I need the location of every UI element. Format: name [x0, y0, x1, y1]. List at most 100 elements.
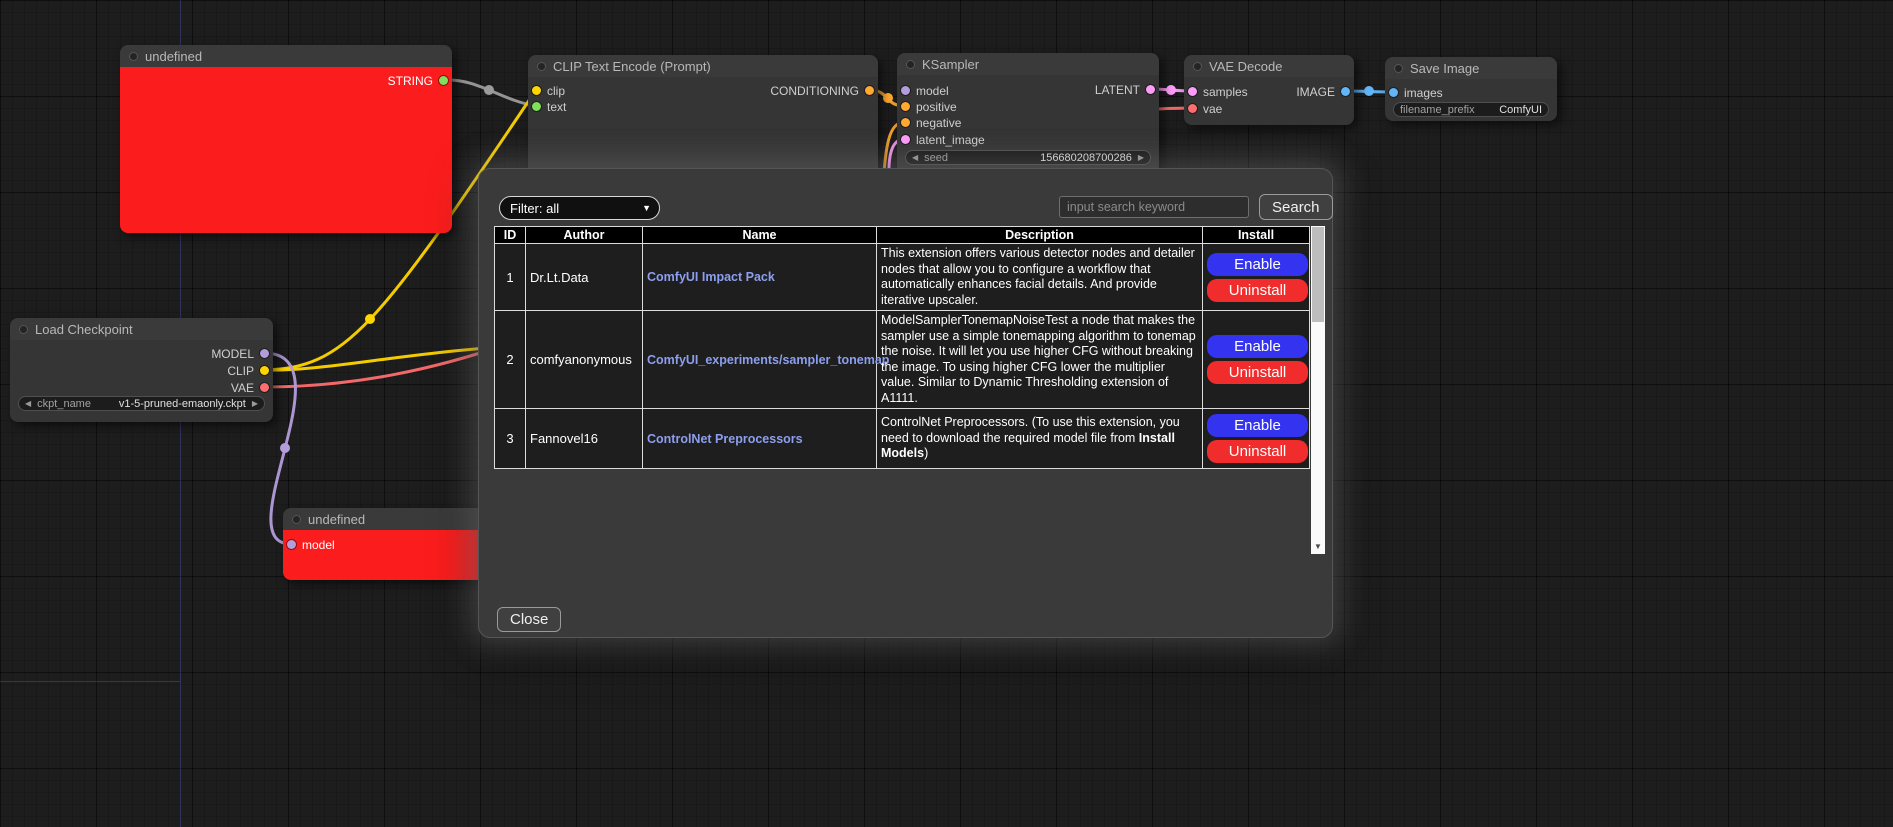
output-slot-model[interactable]: MODEL — [211, 347, 269, 360]
description-text: ControlNet Preprocessors. (To use this e… — [881, 415, 1180, 445]
collapse-dot-icon[interactable] — [19, 325, 28, 334]
node-header[interactable]: Load Checkpoint — [10, 318, 273, 340]
scrollbar-thumb[interactable] — [1312, 227, 1324, 322]
input-slot-latent-image[interactable]: latent_image — [901, 133, 985, 146]
slot-dot-latent[interactable] — [1146, 85, 1155, 94]
widget-arrow-left-icon[interactable]: ◀ — [912, 154, 918, 162]
node-header[interactable]: Save Image — [1385, 57, 1557, 79]
slot-dot-model[interactable] — [287, 540, 296, 549]
slot-dot-conditioning[interactable] — [865, 86, 874, 95]
node-header[interactable]: undefined — [120, 45, 452, 67]
cell-install: Enable Uninstall — [1203, 311, 1310, 409]
column-header-description: Description — [877, 227, 1203, 244]
column-header-id: ID — [495, 227, 526, 244]
uninstall-button[interactable]: Uninstall — [1207, 279, 1308, 302]
input-slot-model[interactable]: model — [287, 538, 335, 551]
enable-button[interactable]: Enable — [1207, 253, 1308, 276]
collapse-dot-icon[interactable] — [906, 60, 915, 69]
slot-dot-clip[interactable] — [260, 366, 269, 375]
slot-label: negative — [916, 116, 961, 130]
widget-arrow-right-icon[interactable]: ▶ — [252, 400, 258, 408]
slot-dot-image[interactable] — [1389, 88, 1398, 97]
output-slot-latent[interactable]: LATENT — [1095, 83, 1155, 96]
input-slot-vae[interactable]: vae — [1188, 102, 1222, 115]
extension-link[interactable]: ComfyUI_experiments/sampler_tonemap — [647, 353, 889, 367]
enable-button[interactable]: Enable — [1207, 335, 1308, 358]
output-slot-clip[interactable]: CLIP — [227, 364, 269, 377]
table-header-row: ID Author Name Description Install — [495, 227, 1310, 244]
input-slot-model[interactable]: model — [901, 84, 949, 97]
slot-dot-conditioning[interactable] — [901, 102, 910, 111]
node-header[interactable]: CLIP Text Encode (Prompt) — [528, 55, 878, 77]
node-header[interactable]: KSampler — [897, 53, 1159, 75]
extension-link[interactable]: ControlNet Preprocessors — [647, 432, 803, 446]
collapse-dot-icon[interactable] — [1193, 62, 1202, 71]
uninstall-button[interactable]: Uninstall — [1207, 440, 1308, 463]
output-slot-conditioning[interactable]: CONDITIONING — [770, 84, 874, 97]
slot-dot-string[interactable] — [532, 102, 541, 111]
uninstall-button[interactable]: Uninstall — [1207, 361, 1308, 384]
extension-link[interactable]: ComfyUI Impact Pack — [647, 270, 775, 284]
slot-dot-string[interactable] — [439, 76, 448, 85]
slot-label: text — [547, 100, 566, 114]
close-button[interactable]: Close — [497, 607, 561, 632]
slot-dot-image[interactable] — [1341, 87, 1350, 96]
slot-dot-latent[interactable] — [1188, 87, 1197, 96]
output-slot-string[interactable]: STRING — [388, 74, 448, 87]
slot-dot-model[interactable] — [901, 86, 910, 95]
ckpt-name-widget[interactable]: ◀ ckpt_name v1-5-pruned-emaonly.ckpt ▶ — [18, 396, 265, 411]
input-slot-text[interactable]: text — [532, 100, 566, 113]
output-slot-image[interactable]: IMAGE — [1296, 85, 1350, 98]
slot-dot-model[interactable] — [260, 349, 269, 358]
node-vae-decode[interactable]: VAE Decode samples vae IMAGE — [1184, 55, 1354, 125]
slot-dot-conditioning[interactable] — [901, 118, 910, 127]
search-button[interactable]: Search — [1259, 194, 1333, 220]
table-scrollbar[interactable]: ▼ — [1311, 226, 1325, 554]
node-undefined-top[interactable]: undefined STRING — [120, 45, 452, 233]
slot-dot-vae[interactable] — [1188, 104, 1197, 113]
input-slot-negative[interactable]: negative — [901, 116, 961, 129]
node-save-image[interactable]: Save Image images filename_prefix ComfyU… — [1385, 57, 1557, 121]
slot-label: STRING — [388, 74, 433, 88]
cell-author: Dr.Lt.Data — [526, 244, 643, 311]
node-graph-canvas[interactable]: undefined STRING CLIP Text Encode (Promp… — [0, 0, 1893, 827]
table-row: 3 Fannovel16 ControlNet Preprocessors Co… — [495, 409, 1310, 469]
search-input[interactable] — [1059, 196, 1249, 218]
node-title: Load Checkpoint — [35, 322, 133, 337]
widget-arrow-right-icon[interactable]: ▶ — [1138, 154, 1144, 162]
enable-button[interactable]: Enable — [1207, 414, 1308, 437]
input-slot-positive[interactable]: positive — [901, 100, 957, 113]
slot-label: model — [302, 538, 335, 552]
filename-prefix-widget[interactable]: filename_prefix ComfyUI — [1393, 102, 1549, 117]
widget-value: 156680208700286 — [1040, 152, 1132, 164]
cell-install: Enable Uninstall — [1203, 244, 1310, 311]
node-title: Save Image — [1410, 61, 1479, 76]
slot-dot-latent[interactable] — [901, 135, 910, 144]
slot-label: vae — [1203, 102, 1222, 116]
cell-author: comfyanonymous — [526, 311, 643, 409]
output-slot-vae[interactable]: VAE — [231, 381, 269, 394]
widget-arrow-left-icon[interactable]: ◀ — [25, 400, 31, 408]
input-slot-clip[interactable]: clip — [532, 84, 565, 97]
collapse-dot-icon[interactable] — [1394, 64, 1403, 73]
scrollbar-down-arrow-icon[interactable]: ▼ — [1311, 540, 1325, 554]
cell-description: ControlNet Preprocessors. (To use this e… — [877, 409, 1203, 469]
slot-dot-vae[interactable] — [260, 383, 269, 392]
widget-label: seed — [924, 152, 948, 164]
collapse-dot-icon[interactable] — [129, 52, 138, 61]
cell-description: ModelSamplerTonemapNoiseTest a node that… — [877, 311, 1203, 409]
collapse-dot-icon[interactable] — [292, 515, 301, 524]
input-slot-samples[interactable]: samples — [1188, 85, 1248, 98]
cell-install: Enable Uninstall — [1203, 409, 1310, 469]
input-slot-images[interactable]: images — [1389, 86, 1443, 99]
collapse-dot-icon[interactable] — [537, 62, 546, 71]
filter-select[interactable]: Filter: all — [499, 196, 660, 220]
slot-dot-clip[interactable] — [532, 86, 541, 95]
seed-widget[interactable]: ◀ seed 156680208700286 ▶ — [905, 150, 1151, 165]
node-header[interactable]: VAE Decode — [1184, 55, 1354, 77]
description-tail-text: ) — [924, 446, 928, 460]
cell-description: This extension offers various detector n… — [877, 244, 1203, 311]
node-title: undefined — [145, 49, 202, 64]
cell-name: ComfyUI Impact Pack — [643, 244, 877, 311]
node-load-checkpoint[interactable]: Load Checkpoint MODEL CLIP VAE ◀ ckpt_na… — [10, 318, 273, 422]
